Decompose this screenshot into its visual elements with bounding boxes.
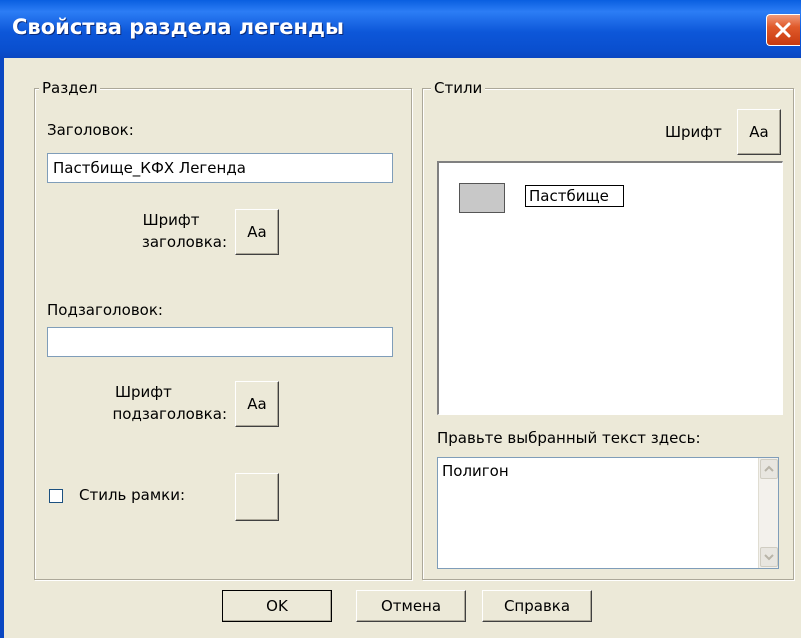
- help-button[interactable]: Справка: [482, 590, 592, 622]
- section-group: Раздел Заголовок: Шрифт заголовка: Aa По…: [34, 79, 412, 580]
- title-label: Заголовок:: [47, 121, 134, 139]
- title-bar[interactable]: Свойства раздела легенды: [0, 0, 801, 58]
- frame-style-checkbox[interactable]: [49, 489, 63, 503]
- subtitle-font-label: Шрифт подзаголовка:: [95, 381, 228, 425]
- scroll-down-button[interactable]: [760, 547, 778, 567]
- frame-style-button[interactable]: [235, 473, 279, 521]
- edit-text-label: Правьте выбранный текст здесь:: [437, 429, 701, 447]
- style-item-label[interactable]: Пастбище: [525, 185, 624, 207]
- title-font-label: Шрифт заголовка:: [115, 209, 227, 253]
- arrow-down-icon: [764, 554, 774, 561]
- title-input[interactable]: [47, 153, 393, 183]
- styles-list[interactable]: Пастбище: [437, 161, 783, 415]
- section-group-legend: Раздел: [39, 79, 101, 97]
- subtitle-input[interactable]: [47, 327, 393, 357]
- title-font-label-line2: заголовка:: [141, 233, 227, 251]
- edit-text-scrollbar[interactable]: [758, 458, 778, 568]
- subtitle-font-label-line1: Шрифт: [115, 383, 172, 401]
- cancel-button[interactable]: Отмена: [356, 590, 466, 622]
- window-title: Свойства раздела легенды: [12, 15, 345, 39]
- ok-button[interactable]: OK: [222, 590, 332, 622]
- styles-group-legend: Стили: [431, 79, 486, 97]
- dialog-body: Раздел Заголовок: Шрифт заголовка: Aa По…: [4, 58, 801, 638]
- arrow-up-icon: [764, 465, 774, 472]
- title-font-button[interactable]: Aa: [235, 209, 279, 255]
- style-swatch[interactable]: [459, 183, 505, 213]
- edit-text-area[interactable]: Полигон: [437, 457, 779, 569]
- close-icon: [775, 22, 791, 38]
- subtitle-font-label-line2: подзаголовка:: [112, 405, 228, 423]
- styles-group: Стили Шрифт Aa Пастбище Правьте выбранны…: [422, 79, 794, 580]
- title-font-label-line1: Шрифт: [142, 211, 200, 229]
- close-button[interactable]: [766, 14, 800, 46]
- subtitle-label: Подзаголовок:: [47, 301, 163, 319]
- styles-font-label: Шрифт: [665, 123, 722, 141]
- edit-text-value[interactable]: Полигон: [442, 462, 509, 480]
- subtitle-font-button[interactable]: Aa: [235, 381, 279, 427]
- styles-font-button[interactable]: Aa: [737, 109, 781, 155]
- frame-style-label[interactable]: Стиль рамки:: [79, 486, 185, 504]
- scroll-up-button[interactable]: [760, 459, 778, 479]
